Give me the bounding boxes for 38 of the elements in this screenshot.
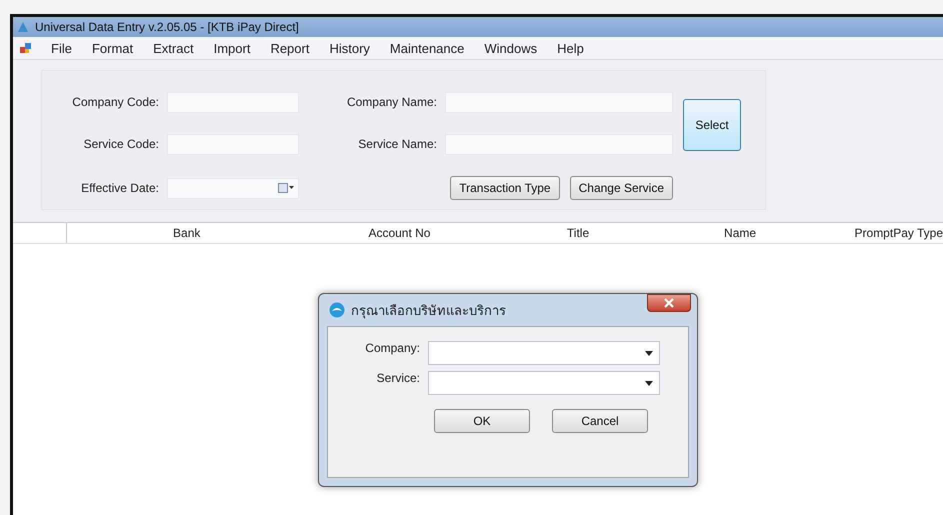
transaction-type-button[interactable]: Transaction Type — [450, 176, 560, 200]
column-header: Name — [724, 226, 756, 240]
date-picker-field[interactable] — [167, 178, 299, 199]
dialog-title: กรุณาเลือกบริษัทและบริการ — [351, 302, 506, 320]
field-label: Company Name: — [346, 95, 437, 110]
menu-item[interactable]: Windows — [474, 40, 548, 56]
cancel-button[interactable]: Cancel — [552, 409, 648, 433]
menu-item[interactable]: History — [319, 40, 380, 56]
field-label: Company Code: — [71, 95, 159, 110]
field-label: Effective Date: — [80, 181, 159, 196]
field-label: Company: — [364, 341, 420, 357]
menu-item[interactable]: Import — [204, 40, 260, 56]
caret-icon — [645, 380, 653, 386]
column-header: PromptPay Type — [854, 226, 943, 240]
field-label: Service Name: — [357, 137, 437, 152]
caret-icon — [645, 350, 653, 356]
company-dropdown[interactable] — [428, 341, 660, 365]
window-title: Universal Data Entry v.2.05.05 - [KTB iPay Direct] — [35, 20, 299, 34]
menu-item[interactable]: Maintenance — [380, 40, 474, 56]
field-label: Service Code: — [82, 137, 159, 152]
menu-item[interactable]: Report — [260, 40, 320, 56]
select-button[interactable]: Select — [683, 99, 741, 151]
service-dropdown[interactable] — [428, 371, 660, 395]
ok-button[interactable]: OK — [434, 409, 530, 433]
column-header: Title — [566, 226, 590, 240]
menu-item[interactable]: File — [41, 40, 82, 56]
column-header: Account No — [368, 226, 430, 240]
change-service-button[interactable]: Change Service — [570, 176, 673, 200]
app-menu-icon[interactable] — [19, 41, 33, 55]
app-icon — [17, 21, 29, 33]
menu-item[interactable]: Help — [547, 40, 594, 56]
menu-item[interactable]: Extract — [143, 40, 204, 56]
close-icon — [664, 298, 674, 308]
menu-item[interactable]: Format — [82, 40, 144, 56]
field-label: Service: — [376, 371, 420, 387]
column-header: Bank — [173, 226, 200, 240]
close-button[interactable] — [647, 294, 691, 312]
calendar-dropdown-icon — [278, 183, 294, 194]
